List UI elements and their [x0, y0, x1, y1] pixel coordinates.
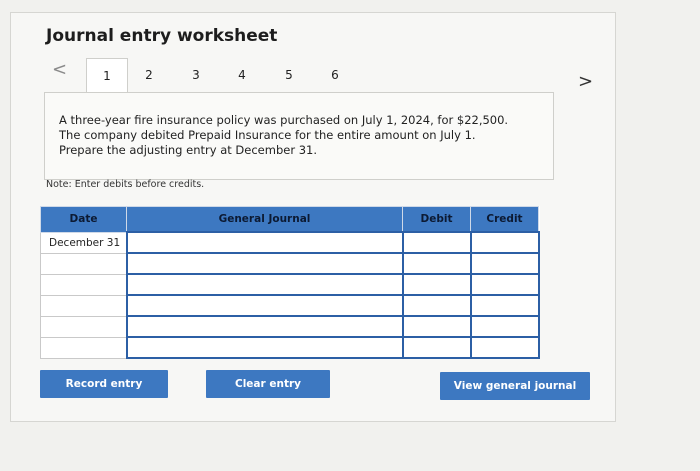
tab-1[interactable]: 1 — [86, 58, 128, 94]
record-entry-button[interactable]: Record entry — [40, 370, 168, 398]
question-line: Prepare the adjusting entry at December … — [59, 143, 317, 157]
tab-5[interactable]: 5 — [269, 58, 309, 92]
debit-input[interactable] — [401, 294, 472, 317]
table-row — [40, 273, 540, 296]
debit-input[interactable] — [401, 231, 472, 254]
table-row — [40, 315, 540, 338]
debit-input[interactable] — [401, 315, 472, 338]
table-row: December 31 — [40, 231, 540, 254]
date-cell — [40, 252, 127, 275]
account-input[interactable] — [125, 315, 404, 338]
table-row — [40, 294, 540, 317]
date-header: Date — [40, 206, 127, 233]
question-text: A three-year fire insurance policy was p… — [59, 113, 539, 158]
clear-entry-button[interactable]: Clear entry — [206, 370, 330, 398]
debit-input[interactable] — [401, 336, 472, 359]
credit-input[interactable] — [469, 294, 540, 317]
date-cell: December 31 — [40, 231, 127, 254]
table-row — [40, 336, 540, 359]
next-arrow-icon[interactable]: > — [578, 72, 593, 92]
tab-2[interactable]: 2 — [129, 58, 169, 92]
account-input[interactable] — [125, 273, 404, 296]
table-row — [40, 252, 540, 275]
date-cell — [40, 336, 127, 359]
date-cell — [40, 315, 127, 338]
debit-input[interactable] — [401, 273, 472, 296]
tab-6[interactable]: 6 — [315, 58, 355, 92]
credit-input[interactable] — [469, 336, 540, 359]
credit-input[interactable] — [469, 273, 540, 296]
credit-input[interactable] — [469, 231, 540, 254]
account-input[interactable] — [125, 231, 404, 254]
credit-input[interactable] — [469, 252, 540, 275]
credit-header: Credit — [470, 206, 539, 233]
credit-input[interactable] — [469, 315, 540, 338]
table-header-row: Date General Journal Debit Credit — [40, 206, 539, 233]
account-input[interactable] — [125, 336, 404, 359]
date-cell — [40, 273, 127, 296]
date-cell — [40, 294, 127, 317]
question-line: A three-year fire insurance policy was p… — [59, 113, 509, 127]
page-title: Journal entry worksheet — [46, 26, 278, 46]
prev-arrow-icon[interactable]: < — [52, 60, 67, 80]
tab-4[interactable]: 4 — [222, 58, 262, 92]
note-text: Note: Enter debits before credits. — [46, 179, 205, 190]
debit-input[interactable] — [401, 252, 472, 275]
view-general-journal-button[interactable]: View general journal — [440, 372, 590, 400]
journal-table: Date General Journal Debit Credit Decemb… — [40, 206, 540, 359]
account-input[interactable] — [125, 252, 404, 275]
question-box: A three-year fire insurance policy was p… — [44, 92, 554, 180]
debit-header: Debit — [402, 206, 471, 233]
account-input[interactable] — [125, 294, 404, 317]
general-journal-header: General Journal — [126, 206, 403, 233]
tab-3[interactable]: 3 — [176, 58, 216, 92]
question-line: The company debited Prepaid Insurance fo… — [59, 128, 476, 142]
